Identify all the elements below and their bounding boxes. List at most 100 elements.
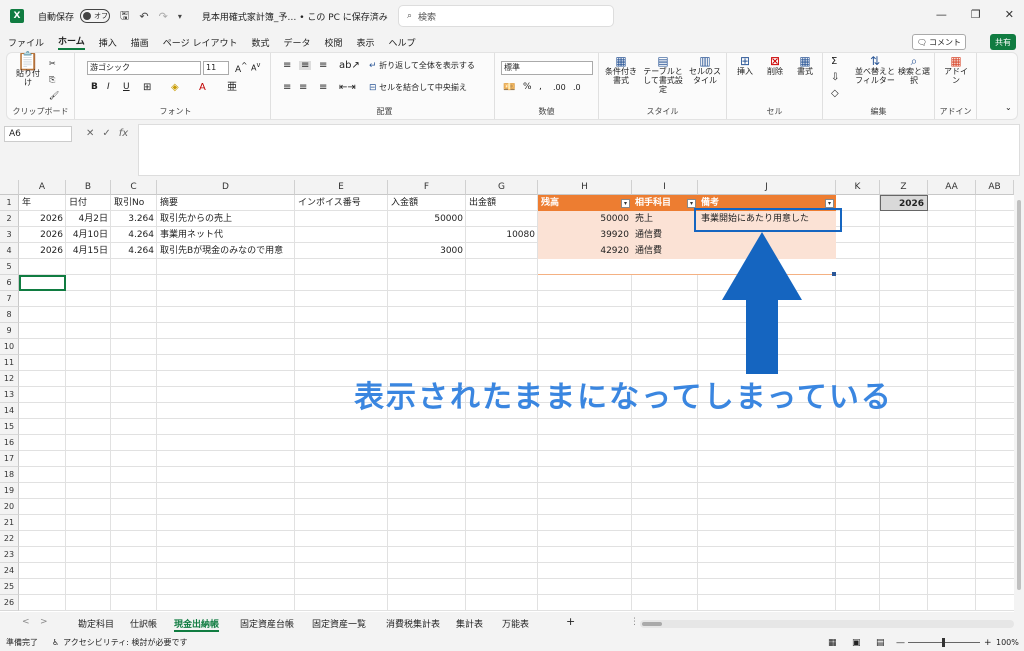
row-header[interactable]: 8 (0, 307, 19, 323)
cell-in[interactable] (388, 227, 466, 243)
align-middle-icon[interactable]: ≡ (299, 61, 312, 71)
sheet-tab[interactable]: 万能表 (502, 617, 529, 630)
autosum-icon[interactable]: Σ (831, 57, 837, 67)
zoom-in-icon[interactable]: + (984, 638, 992, 648)
align-right-icon[interactable]: ≡ (319, 83, 327, 93)
cell-year[interactable]: 2026 (19, 227, 66, 243)
insert-cells-button[interactable]: ⊞ 挿入 (733, 55, 757, 76)
delete-cells-button[interactable]: ⊠ 削除 (763, 55, 787, 76)
font-size-select[interactable]: 11 (203, 61, 229, 75)
column-header[interactable]: A (19, 180, 66, 195)
border-icon[interactable]: ⊞ (143, 83, 151, 93)
row-header[interactable]: 26 (0, 595, 19, 611)
currency-icon[interactable]: 💴 (503, 83, 515, 93)
cell-no[interactable]: 4.264 (111, 243, 157, 259)
fill-icon[interactable]: ⇩ (831, 73, 839, 83)
zoom-slider[interactable] (908, 638, 980, 647)
row-header[interactable]: 14 (0, 403, 19, 419)
cell-bal[interactable]: 42920 (538, 243, 632, 259)
row-header[interactable]: 5 (0, 259, 19, 275)
column-header[interactable]: C (111, 180, 157, 195)
row-header[interactable]: 4 (0, 243, 19, 259)
font-name-select[interactable]: 游ゴシック (87, 61, 201, 75)
wrap-text-button[interactable]: ↵ 折り返して全体を表示する (369, 61, 475, 71)
merge-center-button[interactable]: ⊟ セルを結合して中央揃え (369, 83, 467, 93)
font-grow-icon[interactable]: A^ (235, 61, 247, 75)
column-header[interactable]: F (388, 180, 466, 195)
cell-year[interactable]: 2026 (19, 211, 66, 227)
sheet-tab[interactable]: 固定資産一覧 (312, 617, 366, 630)
row-header[interactable]: 21 (0, 515, 19, 531)
cell-b1[interactable]: 日付 (66, 195, 111, 211)
format-painter-icon[interactable]: 🖌 (49, 91, 59, 100)
row-header[interactable]: 19 (0, 483, 19, 499)
clear-icon[interactable]: ◇ (831, 89, 839, 99)
autosave-toggle[interactable]: オフ (80, 9, 111, 23)
conditional-format-button[interactable]: ▦ 条件付き書式 (603, 55, 639, 85)
cell-acct[interactable]: 売上 (632, 211, 698, 227)
column-header[interactable]: D (157, 180, 295, 195)
next-sheet-icon[interactable]: > (40, 617, 48, 627)
status-accessibility[interactable]: アクセシビリティ: 検討が必要です (63, 637, 187, 648)
format-as-table-button[interactable]: ▤ テーブルとして書式設定 (641, 55, 685, 94)
fill-color-icon[interactable]: ◈ (171, 83, 179, 93)
add-sheet-icon[interactable]: + (566, 615, 575, 628)
sheet-tab[interactable]: 消費税集計表 (386, 617, 440, 630)
row-header[interactable]: 25 (0, 579, 19, 595)
cell-e1[interactable]: インボイス番号 (295, 195, 388, 211)
underline-icon[interactable]: U (123, 83, 130, 92)
filter-dropdown-icon[interactable]: ▾ (621, 199, 630, 208)
sheet-tab[interactable]: 集計表 (456, 617, 483, 630)
fx-icon[interactable]: fx (119, 128, 128, 139)
table-empty-cell[interactable] (632, 259, 698, 275)
cell-memo[interactable]: 取引先からの売上 (157, 211, 295, 227)
filter-dropdown-icon[interactable]: ▾ (825, 199, 834, 208)
row-header[interactable]: 9 (0, 323, 19, 339)
tab-draw[interactable]: 描画 (131, 36, 149, 49)
row-header[interactable]: 13 (0, 387, 19, 403)
customize-toolbar-icon[interactable]: ▾ (178, 12, 182, 21)
filter-dropdown-icon[interactable]: ▾ (687, 199, 696, 208)
font-color-icon[interactable]: A (199, 83, 206, 93)
cell-memo[interactable]: 取引先Bが現金のみなので用意 (157, 243, 295, 259)
tab-help[interactable]: ヘルプ (389, 36, 416, 49)
format-cells-button[interactable]: ▦ 書式 (793, 55, 817, 76)
cell-bal[interactable]: 39920 (538, 227, 632, 243)
align-top-icon[interactable]: ≡ (283, 61, 291, 71)
orientation-icon[interactable]: ab↗ (339, 61, 360, 71)
table-resize-handle[interactable] (832, 272, 836, 276)
tab-view[interactable]: 表示 (357, 36, 375, 49)
cell-out[interactable] (466, 243, 538, 259)
save-icon[interactable]: 🖫 (120, 7, 129, 26)
cell-h1[interactable]: 残高 (538, 195, 632, 211)
cell-z1[interactable]: 2026 (880, 195, 928, 211)
cell-in[interactable]: 3000 (388, 243, 466, 259)
cell-year[interactable]: 2026 (19, 243, 66, 259)
column-header[interactable]: G (466, 180, 538, 195)
sheet-tab[interactable]: 現金出納帳 (174, 617, 220, 632)
tab-insert[interactable]: 挿入 (99, 36, 117, 49)
cut-icon[interactable]: ✂ (49, 59, 56, 68)
zoom-level[interactable]: 100% (996, 638, 1019, 647)
scrollbar-thumb[interactable] (1017, 200, 1021, 590)
zoom-slider-handle[interactable] (942, 638, 945, 647)
sheet-tab[interactable]: 固定資産台帳 (240, 617, 294, 630)
select-all-corner[interactable] (0, 180, 19, 195)
italic-icon[interactable]: I (107, 83, 110, 92)
cell-out[interactable]: 10080 (466, 227, 538, 243)
row-header[interactable]: 18 (0, 467, 19, 483)
comma-icon[interactable]: , (539, 83, 542, 92)
zoom-out-icon[interactable]: — (896, 638, 905, 648)
decrease-decimal-icon[interactable]: .0 (573, 83, 581, 92)
close-icon[interactable]: ✕ (1005, 8, 1014, 21)
tab-data[interactable]: データ (283, 36, 310, 49)
page-layout-view-icon[interactable]: ▣ (852, 638, 861, 648)
row-header[interactable]: 7 (0, 291, 19, 307)
copy-icon[interactable]: ⎘ (49, 75, 55, 84)
undo-icon[interactable]: ↶ (139, 10, 148, 23)
comment-button[interactable]: 🗨 コメント (911, 34, 966, 50)
cell-g1[interactable]: 出金額 (466, 195, 538, 211)
row-header[interactable]: 23 (0, 547, 19, 563)
column-header[interactable]: B (66, 180, 111, 195)
cell-styles-button[interactable]: ▥ セルのスタイル (687, 55, 723, 85)
